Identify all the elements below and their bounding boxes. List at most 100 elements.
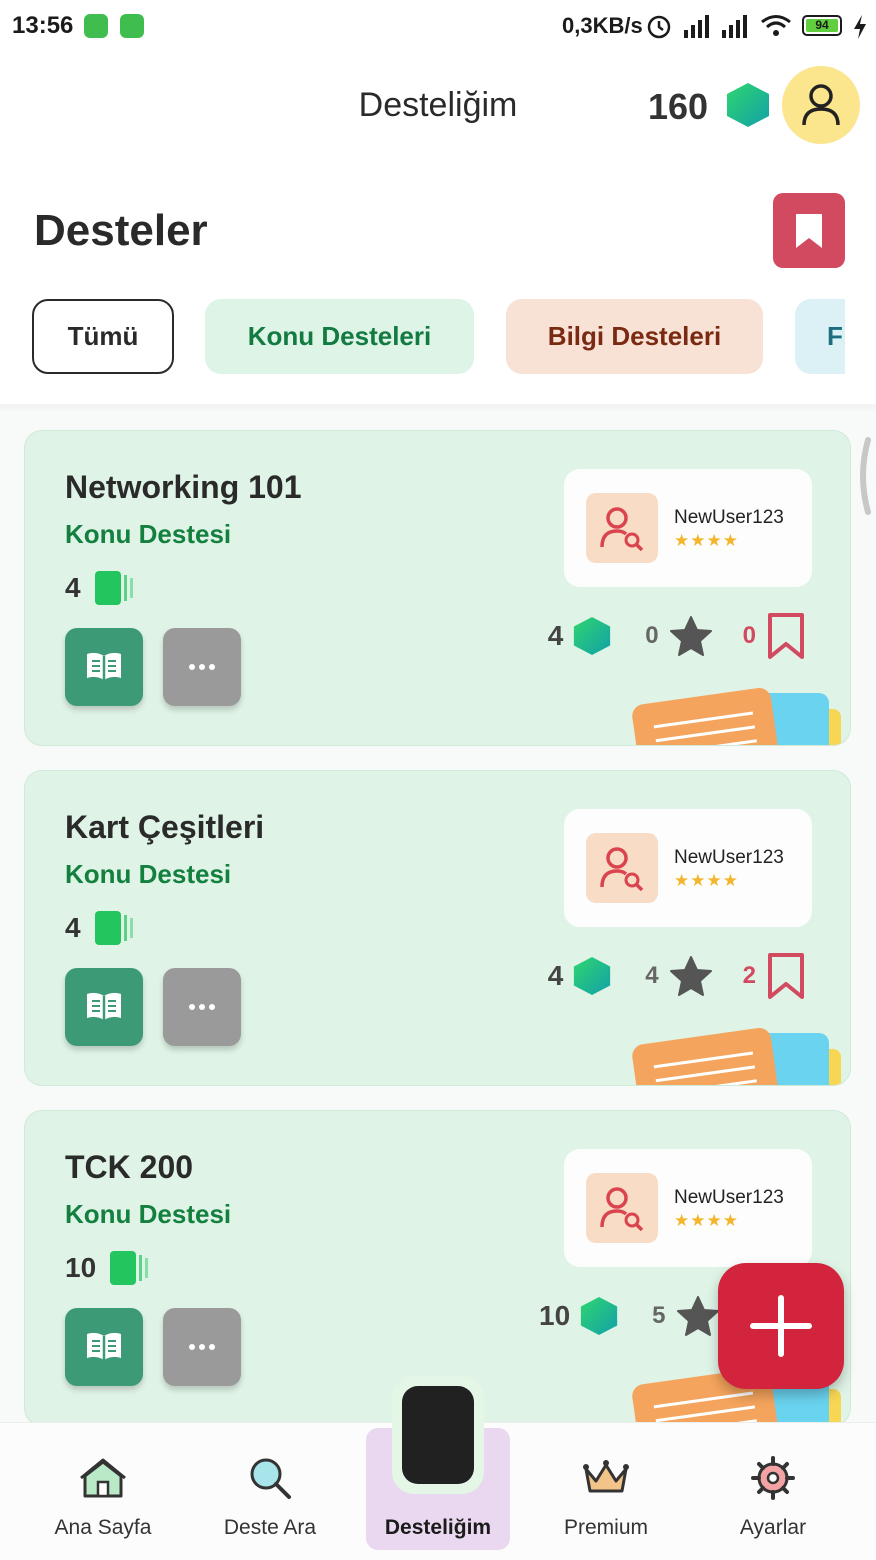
deck-owner[interactable]: NewUser123 ★★★★ xyxy=(564,809,812,927)
nav-item-home[interactable]: Ana Sayfa xyxy=(40,1422,166,1560)
deck-stats: 4 0 0 xyxy=(548,609,806,663)
user-search-icon xyxy=(600,1187,644,1231)
deck-card-count: 4 xyxy=(65,911,133,945)
filter-chip-all[interactable]: Tümü xyxy=(32,299,174,374)
more-options-button[interactable] xyxy=(163,1308,241,1386)
cards-icon xyxy=(110,1251,149,1285)
card-count-value: 4 xyxy=(65,912,81,943)
flashcards-illustration xyxy=(632,1027,841,1085)
star-icon[interactable] xyxy=(676,1295,720,1337)
scrollbar-handle[interactable] xyxy=(852,436,872,516)
nav-label-my-decks: Desteliğim xyxy=(384,1516,492,1539)
deck-title: Kart Çeşitleri xyxy=(65,809,265,845)
nav-item-premium[interactable]: Premium xyxy=(544,1422,668,1560)
rating-count: 0 xyxy=(645,622,659,649)
signal-icon xyxy=(722,15,747,38)
plus-icon xyxy=(750,1295,812,1357)
home-icon xyxy=(80,1458,126,1498)
star-icon[interactable] xyxy=(669,615,713,657)
deck-owner[interactable]: NewUser123 ★★★★ xyxy=(564,1149,812,1267)
more-options-button[interactable] xyxy=(163,628,241,706)
owner-rating-stars: ★★★★ xyxy=(674,871,739,890)
deck-type: Konu Destesi xyxy=(65,519,232,549)
save-count: 0 xyxy=(742,622,756,649)
cards-icon xyxy=(94,571,133,605)
gem-cost: 10 xyxy=(539,1300,571,1331)
notification-app-icon xyxy=(120,14,144,38)
deck-title: Networking 101 xyxy=(65,469,302,505)
user-search-icon xyxy=(600,507,644,551)
signal-icon xyxy=(684,15,709,38)
study-button[interactable] xyxy=(65,1308,143,1386)
network-speed: 0,3KB/s xyxy=(562,13,643,38)
cards-icon xyxy=(94,911,133,945)
card-count-value: 4 xyxy=(65,572,81,603)
wifi-icon xyxy=(761,15,791,36)
more-icon xyxy=(189,1004,215,1010)
user-icon xyxy=(802,84,840,126)
deck-stats: 10 5 xyxy=(539,1289,720,1343)
create-deck-button[interactable] xyxy=(718,1263,844,1389)
owner-avatar xyxy=(586,1173,658,1243)
gem-icon xyxy=(727,83,769,127)
alarm-icon xyxy=(647,15,671,39)
deck-card-count: 10 xyxy=(65,1251,149,1285)
deck-owner[interactable]: NewUser123 ★★★★ xyxy=(564,469,812,587)
flashcards-illustration xyxy=(632,687,841,745)
gem-icon xyxy=(574,957,611,995)
deck-card[interactable]: Kart Çeşitleri Konu Destesi 4 NewUser123… xyxy=(24,770,851,1086)
owner-name: NewUser123 xyxy=(674,1187,784,1208)
status-bar: 13:56 0,3KB/s 94 xyxy=(0,0,876,52)
deck-card-count: 4 xyxy=(65,571,133,605)
deck-type: Konu Destesi xyxy=(65,859,232,889)
more-options-button[interactable] xyxy=(163,968,241,1046)
open-book-icon xyxy=(87,652,121,680)
study-button[interactable] xyxy=(65,968,143,1046)
filter-chip-more[interactable]: F xyxy=(795,299,845,374)
deck-stats: 4 4 2 xyxy=(548,949,806,1003)
bookmark-icon xyxy=(796,213,822,248)
user-search-icon xyxy=(600,847,644,891)
nav-item-search[interactable]: Deste Ara xyxy=(206,1422,334,1560)
open-book-icon xyxy=(87,1332,121,1360)
section-title: Desteler xyxy=(34,206,208,255)
save-count: 2 xyxy=(742,962,756,989)
battery-level: 94 xyxy=(806,19,838,32)
filter-chips: Tümü Konu Desteleri Bilgi Desteleri F xyxy=(32,299,845,374)
more-icon xyxy=(189,1344,215,1350)
owner-rating-stars: ★★★★ xyxy=(674,1211,739,1230)
study-button[interactable] xyxy=(65,628,143,706)
nav-label-search: Deste Ara xyxy=(223,1516,317,1539)
owner-name: NewUser123 xyxy=(674,507,784,528)
deck-card[interactable]: Networking 101 Konu Destesi 4 NewUser123… xyxy=(24,430,851,746)
more-icon xyxy=(189,664,215,670)
bookmark-icon[interactable] xyxy=(766,612,806,660)
owner-rating-stars: ★★★★ xyxy=(674,531,739,550)
battery-indicator: 94 xyxy=(802,15,842,36)
bookmark-icon[interactable] xyxy=(766,952,806,1000)
status-time: 13:56 xyxy=(12,12,74,39)
gem-balance: 160 xyxy=(648,86,709,127)
gem-icon xyxy=(581,1297,618,1335)
nav-item-settings[interactable]: Ayarlar xyxy=(714,1422,832,1560)
header-divider xyxy=(0,404,876,412)
profile-avatar-button[interactable] xyxy=(782,66,860,144)
card-count-value: 10 xyxy=(65,1252,97,1283)
owner-avatar xyxy=(586,833,658,903)
charging-icon xyxy=(854,15,866,39)
saved-decks-button[interactable] xyxy=(773,193,845,268)
owner-avatar xyxy=(586,493,658,563)
deck-icon[interactable] xyxy=(392,1376,484,1494)
gem-cost: 4 xyxy=(547,960,564,991)
star-icon[interactable] xyxy=(669,955,713,997)
owner-name: NewUser123 xyxy=(674,847,784,868)
open-book-icon xyxy=(87,992,121,1020)
deck-icon-fill xyxy=(402,1386,474,1484)
deck-type: Konu Destesi xyxy=(65,1199,232,1229)
filter-chip-bilgi[interactable]: Bilgi Desteleri xyxy=(506,299,763,374)
deck-title: TCK 200 xyxy=(65,1149,194,1185)
rating-count: 5 xyxy=(652,1302,666,1329)
filter-chip-konu[interactable]: Konu Desteleri xyxy=(205,299,474,374)
gear-icon xyxy=(751,1456,795,1500)
gem-cost: 4 xyxy=(547,620,564,651)
